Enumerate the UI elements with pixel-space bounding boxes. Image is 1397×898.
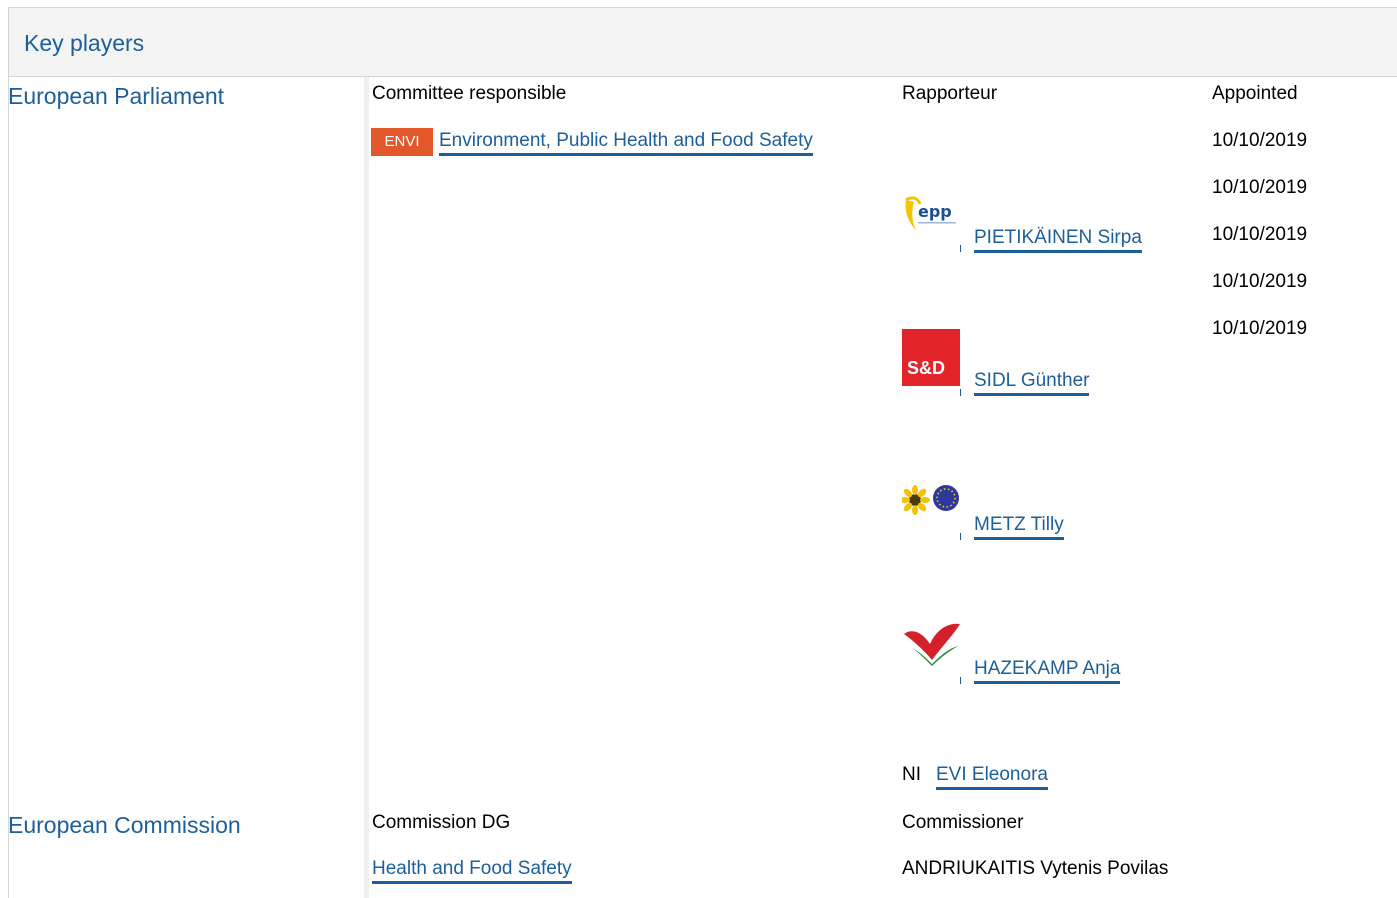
group-label-ni: NI (902, 764, 921, 785)
dg-link[interactable]: Health and Food Safety (372, 858, 572, 884)
link-tick (960, 677, 961, 684)
rapporteur-link[interactable]: PIETIKÄINEN Sirpa (974, 227, 1142, 253)
appointed-date: 10/10/2019 (1212, 130, 1308, 151)
rapporteur-link[interactable]: SIDL Günther (974, 370, 1090, 396)
panel-title: Key players (24, 30, 145, 56)
appointed-date: 10/10/2019 (1212, 224, 1308, 245)
gue-ngl-logo-icon (902, 618, 960, 676)
sd-logo-icon: S&D (902, 329, 960, 386)
column-divider (364, 77, 369, 898)
appointed-date: 10/10/2019 (1212, 271, 1308, 292)
appointed-date: 10/10/2019 (1212, 318, 1308, 339)
link-tick (960, 245, 961, 252)
rapporteur-link[interactable]: EVI Eleonora (936, 764, 1048, 790)
section-label-commission: European Commission (8, 812, 241, 838)
panel-header: Key players (8, 7, 1397, 77)
rapporteur-link[interactable]: HAZEKAMP Anja (974, 658, 1121, 684)
col-header-appointed: Appointed (1212, 83, 1298, 104)
commissioner-name: ANDRIUKAITIS Vytenis Povilas (902, 858, 1169, 879)
col-header-rapporteur: Rapporteur (902, 83, 998, 104)
sd-logo-text: S&D (907, 358, 946, 378)
col-header-commissioner: Commissioner (902, 812, 1024, 833)
greens-efa-logo-icon (900, 480, 960, 538)
link-tick (960, 533, 961, 540)
rapporteur-link[interactable]: METZ Tilly (974, 514, 1064, 540)
col-header-committee: Committee responsible (372, 83, 567, 104)
col-header-dg: Commission DG (372, 812, 511, 833)
svg-text:epp: epp (918, 202, 952, 221)
committee-badge: ENVI (371, 128, 433, 156)
link-tick (960, 389, 961, 396)
committee-link[interactable]: Environment, Public Health and Food Safe… (439, 130, 813, 156)
section-label-parliament: European Parliament (8, 83, 225, 109)
appointed-date: 10/10/2019 (1212, 177, 1308, 198)
epp-logo-icon: epp (902, 186, 960, 244)
